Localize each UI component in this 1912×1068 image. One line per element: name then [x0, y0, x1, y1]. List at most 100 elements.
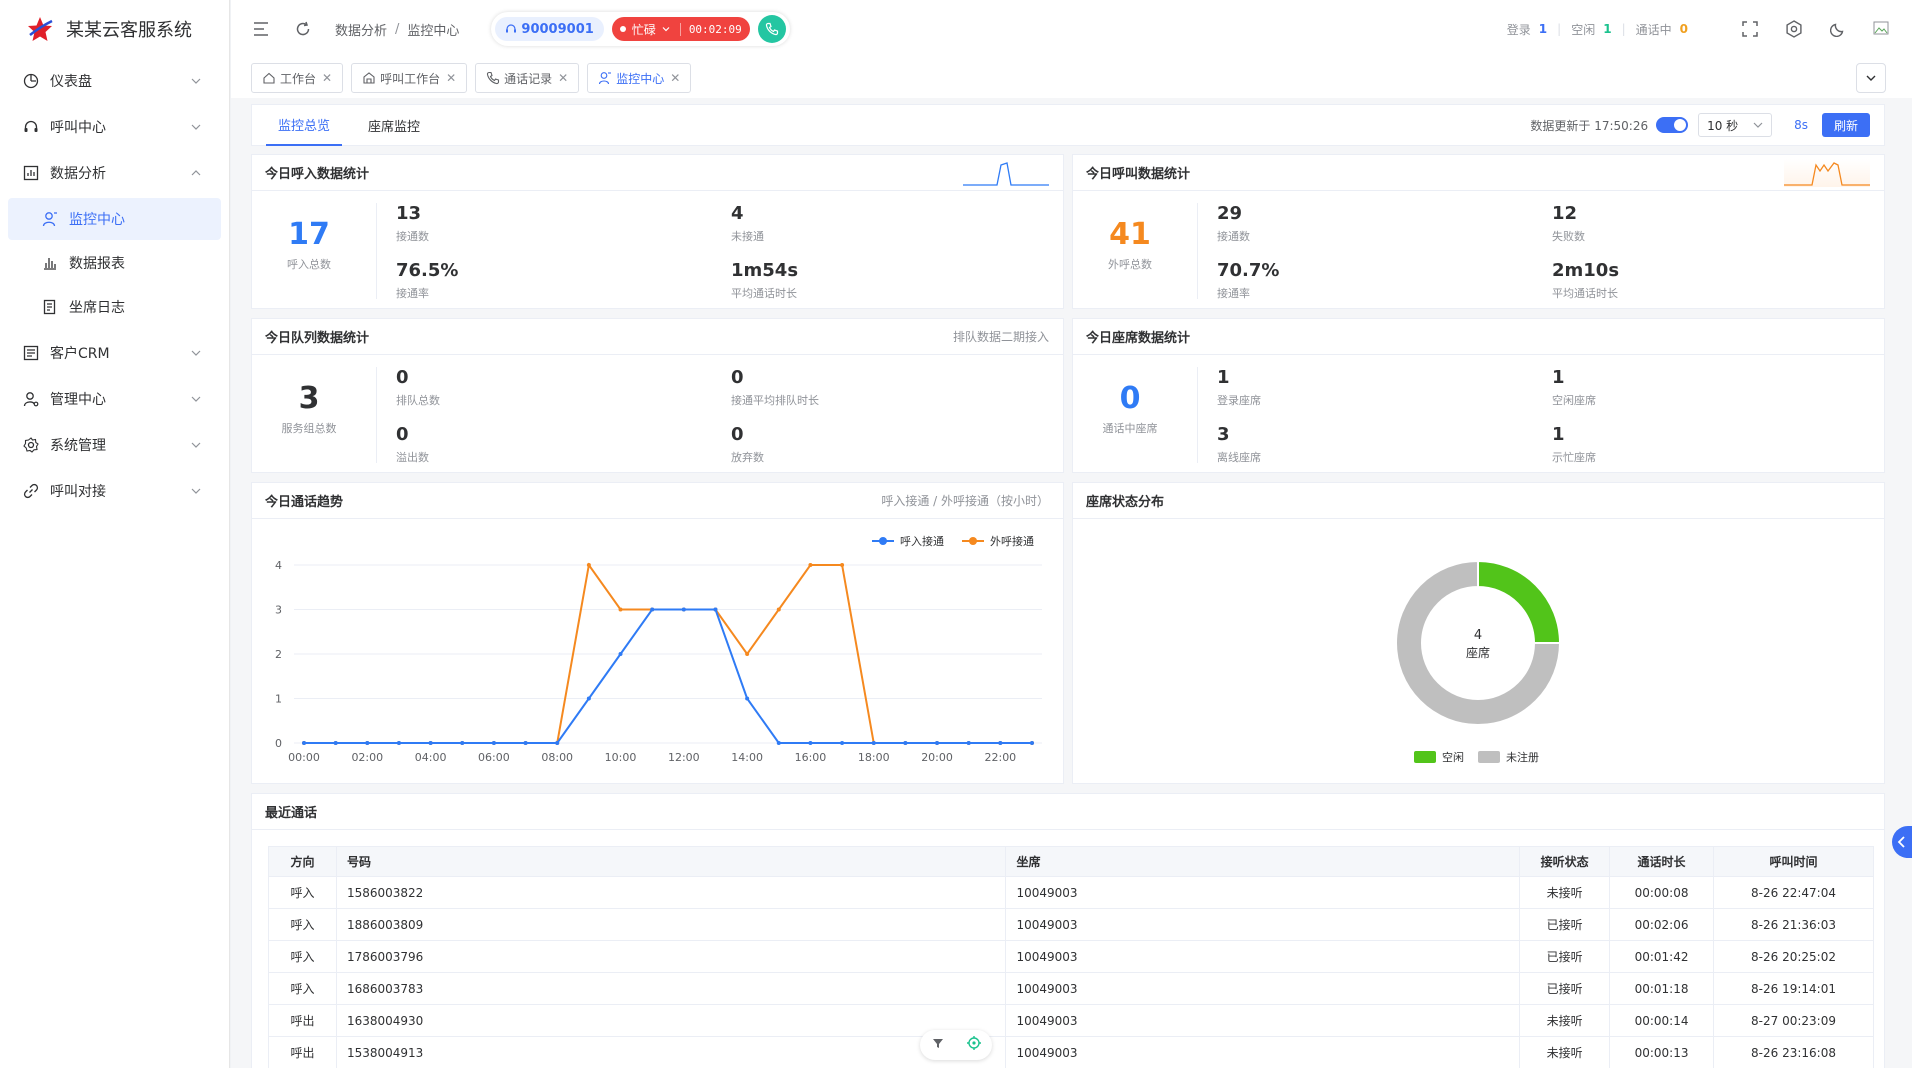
tab-agent-monitor[interactable]: 座席监控 — [356, 104, 432, 146]
count-value: 0 — [1679, 22, 1688, 36]
home-icon — [263, 72, 275, 84]
data-point — [998, 741, 1003, 745]
menu-toggle-icon[interactable] — [251, 19, 271, 39]
refresh-interval-select[interactable]: 10 秒 — [1698, 113, 1773, 137]
gear-icon — [22, 436, 40, 454]
stat-value: 12 — [1552, 203, 1578, 224]
table-row[interactable]: 呼出 1638004930 10049003 未接听 00:00:14 8-27… — [268, 1004, 1874, 1037]
count-value: 1 — [1538, 22, 1548, 36]
x-tick-label: 12:00 — [668, 751, 700, 764]
auto-refresh-toggle[interactable] — [1656, 117, 1689, 133]
stat-label: 登录座席 — [1217, 394, 1261, 407]
count-value: 1 — [1603, 22, 1612, 36]
data-point — [840, 563, 845, 567]
column-header: 接听状态 — [1519, 846, 1611, 877]
tab-call-records[interactable]: 通话记录 ✕ — [475, 63, 580, 93]
answer-status: 已接听 — [1519, 908, 1611, 941]
logo[interactable]: 某某云客服系统 — [0, 0, 229, 58]
agents-total: 0 通话中座席 — [1089, 381, 1171, 436]
outbound-total: 41 外呼总数 — [1089, 217, 1171, 272]
sidebar-item-admin-center[interactable]: 管理中心 — [0, 376, 229, 422]
tab-label: 监控中心 — [616, 71, 665, 86]
extension-badge[interactable]: 90009001 — [495, 17, 604, 41]
tab-monitor-overview[interactable]: 监控总览 — [266, 104, 343, 146]
bar-chart-icon — [41, 254, 59, 272]
sidebar-subitem-monitor-center[interactable]: 监控中心 — [8, 198, 221, 240]
agent-id: 10049003 — [1005, 908, 1521, 941]
agent-id: 10049003 — [1005, 940, 1521, 973]
close-icon[interactable]: ✕ — [670, 71, 680, 85]
table-row[interactable]: 呼入 1786003796 10049003 已接听 00:01:42 8-26… — [268, 940, 1874, 973]
data-point — [555, 741, 560, 745]
data-point — [681, 607, 686, 612]
card-title: 最近通话 — [265, 806, 318, 821]
table-row[interactable]: 呼入 1886003809 10049003 已接听 00:02:06 8-26… — [268, 908, 1874, 941]
sidebar-subitem-label: 数据报表 — [69, 256, 125, 272]
sidebar-subitem-agent-log[interactable]: 坐席日志 — [8, 286, 221, 328]
queue-total: 3 服务组总数 — [268, 381, 350, 436]
pie-slice — [1477, 559, 1562, 644]
recent-calls-table: 方向 号码 坐席 接听状态 通话时长 呼叫时间 呼入 1586003822 10… — [268, 846, 1874, 1068]
data-point — [333, 741, 338, 745]
sidebar-item-call-center[interactable]: 呼叫中心 — [0, 104, 229, 150]
filter-icon[interactable] — [931, 1036, 945, 1054]
answer-status: 未接听 — [1519, 1004, 1611, 1037]
close-icon[interactable]: ✕ — [322, 71, 332, 85]
sidebar-item-call-integration[interactable]: 呼叫对接 — [0, 468, 229, 514]
tab-call-workbench[interactable]: 呼叫工作台 ✕ — [351, 63, 468, 93]
dashboard-icon — [22, 72, 40, 90]
settings-icon[interactable] — [1784, 19, 1804, 39]
sidebar-item-label: 数据分析 — [50, 166, 106, 182]
tab-label: 工作台 — [280, 71, 317, 86]
stat-value: 0 — [731, 424, 744, 445]
data-point — [776, 607, 781, 612]
breadcrumb-item[interactable]: 数据分析 — [335, 20, 387, 39]
table-row[interactable]: 呼入 1586003822 10049003 未接听 00:00:08 8-26… — [268, 876, 1874, 909]
sidebar-item-crm[interactable]: 客户CRM — [0, 330, 229, 376]
stat-value: 1 — [1217, 367, 1230, 388]
headset-icon — [506, 24, 517, 33]
stat-value: 3 — [298, 381, 320, 416]
table-row[interactable]: 呼出 1538004913 10049003 未接听 00:00:13 8-26… — [268, 1036, 1874, 1068]
close-icon[interactable]: ✕ — [446, 71, 456, 85]
legend-marker — [879, 537, 887, 545]
divider: | — [1621, 22, 1626, 36]
locate-icon[interactable] — [966, 1035, 982, 1055]
fullscreen-icon[interactable] — [1740, 19, 1760, 39]
reload-icon[interactable] — [293, 19, 313, 39]
stat-cell: 2m10s 平均通话时长 — [1552, 260, 1619, 301]
close-icon[interactable]: ✕ — [558, 71, 568, 85]
headset-icon — [22, 118, 40, 136]
sidebar-item-data-analysis[interactable]: 数据分析 — [0, 150, 229, 196]
agent-status-dropdown[interactable]: 忙碌 00:02:09 — [611, 17, 750, 41]
call-time: 8-26 19:14:01 — [1713, 972, 1874, 1005]
sidebar-subitem-data-report[interactable]: 数据报表 — [8, 242, 221, 284]
data-point — [871, 741, 876, 745]
tabs-more-button[interactable] — [1856, 63, 1886, 93]
divider — [1197, 367, 1198, 463]
phone-number: 1686003783 — [335, 972, 1007, 1005]
table-row[interactable]: 呼入 1686003783 10049003 已接听 00:01:18 8-26… — [268, 972, 1874, 1005]
call-duration: 00:01:18 — [1609, 972, 1715, 1005]
legend-label: 呼入接通 — [900, 535, 944, 548]
avatar[interactable] — [1872, 19, 1892, 39]
x-tick-label: 04:00 — [415, 751, 447, 764]
stat-value: 70.7% — [1217, 260, 1280, 281]
stat-cell: 29 接通数 — [1217, 203, 1250, 244]
dark-mode-icon[interactable] — [1828, 19, 1848, 39]
call-direction: 呼入 — [268, 972, 337, 1005]
tab-workbench[interactable]: 工作台 ✕ — [251, 63, 344, 93]
chevron-down-icon — [1866, 75, 1876, 81]
y-tick-label: 4 — [275, 559, 282, 572]
chevron-down-icon — [662, 27, 670, 32]
refresh-button[interactable]: 刷新 — [1821, 113, 1870, 137]
data-point — [713, 607, 718, 612]
x-tick-label: 02:00 — [351, 751, 383, 764]
monitor-user-icon — [599, 72, 612, 85]
tab-monitor-center[interactable]: 监控中心 ✕ — [587, 63, 692, 93]
sidebar-item-dashboard[interactable]: 仪表盘 — [0, 58, 229, 104]
dial-button[interactable] — [757, 15, 786, 43]
sidebar-item-system-admin[interactable]: 系统管理 — [0, 422, 229, 468]
data-point — [935, 741, 940, 745]
stat-cell: 0 排队总数 — [396, 367, 440, 408]
